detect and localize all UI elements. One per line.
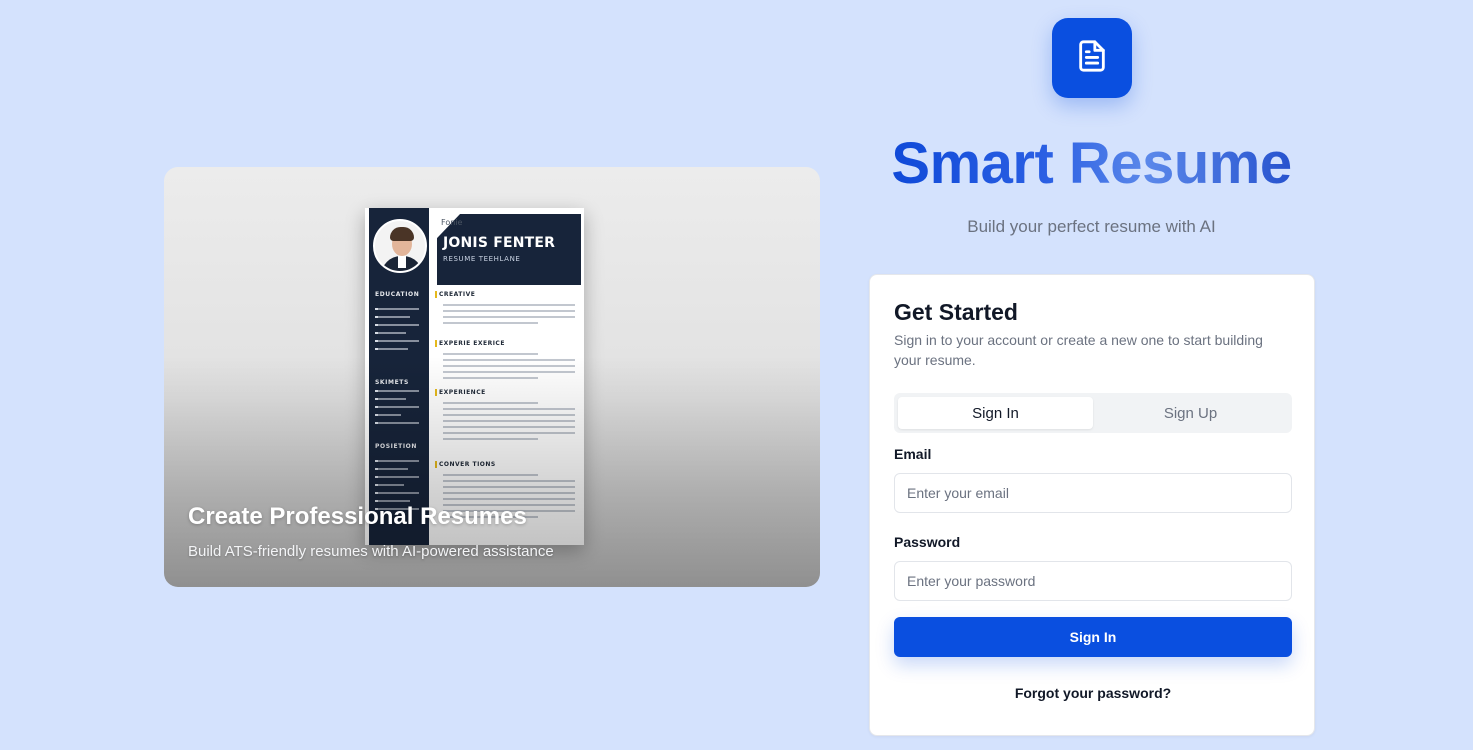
email-label: Email [894, 446, 932, 462]
resume-preview-image: Fonie JONIS FENTER RESUME TEEHLANE EDUCA… [365, 208, 584, 545]
resume-side-heading: EDUCATION [375, 291, 420, 298]
tab-sign-up[interactable]: Sign Up [1093, 397, 1288, 429]
resume-small-label: Fonie [441, 218, 463, 227]
resume-main-lines [443, 402, 575, 444]
hero-subtitle: Build ATS-friendly resumes with AI-power… [188, 543, 554, 560]
app-logo [1052, 18, 1132, 98]
sign-in-button[interactable]: Sign In [894, 617, 1292, 657]
resume-name: JONIS FENTER [443, 235, 556, 251]
hero-title: Create Professional Resumes [188, 503, 527, 530]
document-icon [1075, 39, 1109, 78]
forgot-password-link[interactable]: Forgot your password? [894, 685, 1292, 701]
card-description: Sign in to your account or create a new … [894, 332, 1263, 368]
resume-side-lines [375, 308, 419, 356]
auth-card: Get Started Sign in to your account or c… [869, 274, 1315, 736]
resume-side-lines [375, 390, 419, 430]
app-tagline: Build your perfect resume with AI [967, 217, 1216, 236]
auth-tabs: Sign In Sign Up [894, 393, 1292, 433]
resume-side-heading: SKIMETS [375, 379, 409, 386]
email-input[interactable] [894, 473, 1292, 513]
resume-main-heading: CONVER TIONS [435, 461, 496, 468]
resume-main-heading: EXPERIENCE [435, 389, 486, 396]
resume-role: RESUME TEEHLANE [443, 255, 521, 263]
resume-photo [373, 219, 427, 273]
resume-main-lines [443, 353, 575, 383]
tab-sign-in[interactable]: Sign In [898, 397, 1093, 429]
resume-main-heading: CREATIVE [434, 291, 476, 298]
resume-main-heading: EXPERIE EXERICE [435, 340, 505, 347]
app-title: Smart Resume [860, 132, 1323, 196]
resume-side-heading: POSIETION [375, 443, 417, 450]
hero-image-card: Fonie JONIS FENTER RESUME TEEHLANE EDUCA… [164, 167, 820, 587]
resume-main-lines [443, 304, 575, 328]
password-label: Password [894, 534, 961, 550]
password-input[interactable] [894, 561, 1292, 601]
card-title: Get Started [894, 299, 1018, 325]
